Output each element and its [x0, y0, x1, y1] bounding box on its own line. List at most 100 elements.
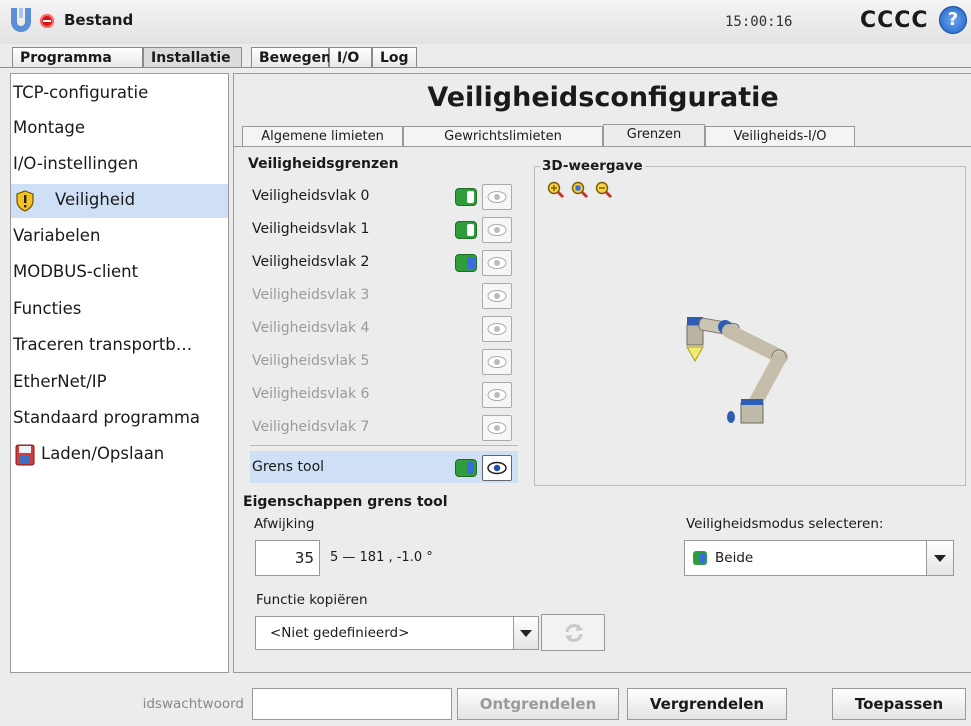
safety-mode-select[interactable]: Beide: [684, 540, 954, 576]
unlock-button[interactable]: Ontgrendelen: [457, 688, 619, 720]
content-panel: Veiligheidsconfiguratie Algemene limiete…: [233, 73, 971, 673]
tool-boundary-row[interactable]: Grens tool: [250, 451, 518, 483]
plane-label: Veiligheidsvlak 4: [252, 320, 370, 336]
eye-icon: [487, 191, 507, 203]
password-input[interactable]: [252, 688, 452, 720]
help-icon[interactable]: ?: [939, 6, 967, 34]
page-title: Veiligheidsconfiguratie: [427, 82, 779, 113]
plane-enabled-toggle-icon[interactable]: [455, 188, 477, 206]
eye-icon: [487, 389, 507, 401]
plane-trigger-reduced-icon[interactable]: [455, 254, 477, 272]
tab-installatie[interactable]: Installatie: [143, 47, 242, 67]
plane-label: Veiligheidsvlak 0: [252, 188, 370, 204]
plane-label: Veiligheidsvlak 5: [252, 353, 370, 369]
sidebar-item-ethernetip[interactable]: EtherNet/IP: [11, 366, 228, 400]
sidebar-item-functies[interactable]: Functies: [11, 293, 228, 327]
safety-plane-row-3[interactable]: Veiligheidsvlak 3: [250, 279, 518, 311]
show-plane-button[interactable]: [482, 316, 512, 342]
sidebar-item-standaard-programma[interactable]: Standaard programma: [11, 402, 228, 436]
copy-feature-select[interactable]: <Niet gedefinieerd>: [255, 616, 539, 650]
plane-label: Veiligheidsvlak 1: [252, 221, 370, 237]
boundaries-heading: Veiligheidsgrenzen: [248, 156, 399, 172]
sidebar-item-conveyor[interactable]: Traceren transportb…: [11, 329, 228, 363]
eye-icon: [487, 257, 507, 269]
tool-boundary-label: Grens tool: [252, 459, 325, 475]
eye-icon: [487, 422, 507, 434]
sidebar-item-tcp[interactable]: TCP-configuratie: [11, 77, 228, 111]
subtab-veiligheids-io[interactable]: Veiligheids-I/O: [705, 126, 855, 146]
top-bar: Bestand 15:00:16 CCCC ?: [0, 0, 971, 44]
refresh-icon: [565, 624, 583, 642]
sidebar-item-laden-opslaan[interactable]: Laden/Opslaan: [11, 438, 228, 472]
apply-button[interactable]: Toepassen: [832, 688, 966, 720]
sidebar-item-montage[interactable]: Montage: [11, 112, 228, 146]
safety-mode-label: Veiligheidsmodus selecteren:: [686, 516, 884, 532]
sidebar-item-veiligheid[interactable]: Veiligheid: [11, 184, 228, 218]
safety-plane-row-2[interactable]: Veiligheidsvlak 2: [250, 246, 518, 278]
plane-label: Veiligheidsvlak 7: [252, 419, 370, 435]
subtab-grenzen[interactable]: Grenzen: [603, 124, 705, 146]
sidebar-item-label: Laden/Opslaan: [41, 444, 165, 463]
plane-enabled-toggle-icon[interactable]: [455, 221, 477, 239]
safety-plane-row-4[interactable]: Veiligheidsvlak 4: [250, 312, 518, 344]
show-plane-button[interactable]: [482, 382, 512, 408]
show-tool-boundary-button[interactable]: [482, 455, 512, 481]
footer: idswachtwoord Ontgrendelen Vergrendelen …: [0, 680, 971, 726]
tab-io[interactable]: I/O: [329, 47, 372, 67]
zoom-fit-icon[interactable]: [571, 181, 589, 199]
dropdown-arrow-icon[interactable]: [926, 541, 953, 575]
plane-label: Veiligheidsvlak 2: [252, 254, 370, 270]
sidebar: TCP-configuratie Montage I/O-instellinge…: [10, 73, 229, 673]
lock-button[interactable]: Vergrendelen: [627, 688, 787, 720]
show-plane-button[interactable]: [482, 250, 512, 276]
tab-programma[interactable]: Programma: [12, 47, 143, 67]
robot-arm-model-icon: [686, 317, 788, 424]
ur-logo-icon: [11, 8, 31, 32]
robot-name: CCCC: [860, 8, 929, 33]
plane-label: Veiligheidsvlak 6: [252, 386, 370, 402]
tab-bewegen[interactable]: Bewegen: [251, 47, 331, 67]
show-plane-button[interactable]: [482, 415, 512, 441]
eye-icon: [487, 356, 507, 368]
safety-mode-value: Beide: [715, 550, 754, 566]
zoom-out-icon[interactable]: [595, 181, 613, 199]
show-plane-button[interactable]: [482, 283, 512, 309]
3d-view[interactable]: [534, 166, 966, 486]
zoom-in-icon[interactable]: [547, 181, 565, 199]
tool-properties-heading: Eigenschappen grens tool: [243, 494, 448, 510]
tool-boundary-toggle-icon[interactable]: [455, 459, 477, 477]
safety-plane-row-0[interactable]: Veiligheidsvlak 0: [250, 180, 518, 212]
eye-icon: [487, 461, 507, 475]
show-plane-button[interactable]: [482, 217, 512, 243]
clock: 15:00:16: [725, 14, 793, 30]
show-plane-button[interactable]: [482, 184, 512, 210]
eye-icon: [487, 290, 507, 302]
deviation-input[interactable]: 35: [255, 540, 320, 576]
eye-icon: [487, 224, 507, 236]
safety-plane-row-5[interactable]: Veiligheidsvlak 5: [250, 345, 518, 377]
sidebar-item-io-instellingen[interactable]: I/O-instellingen: [11, 148, 228, 182]
tab-divider: [0, 67, 971, 68]
save-disk-icon: [15, 444, 35, 466]
sidebar-item-variabelen[interactable]: Variabelen: [11, 220, 228, 254]
sidebar-item-modbus[interactable]: MODBUS-client: [11, 256, 228, 290]
safety-plane-row-6[interactable]: Veiligheidsvlak 6: [250, 378, 518, 410]
deviation-range: 5 — 181 , -1.0 °: [330, 550, 433, 565]
subtab-gewrichtslimieten[interactable]: Gewrichtslimieten: [403, 126, 603, 146]
plane-label: Veiligheidsvlak 3: [252, 287, 370, 303]
eye-icon: [487, 323, 507, 335]
safety-shield-icon: [16, 190, 34, 212]
copy-feature-value: <Niet gedefinieerd>: [270, 625, 410, 641]
subtab-algemene-limieten[interactable]: Algemene limieten: [242, 126, 403, 146]
safety-plane-row-7[interactable]: Veiligheidsvlak 7: [250, 411, 518, 443]
safety-mode-both-icon: [693, 551, 707, 565]
copy-button[interactable]: [541, 614, 605, 651]
error-status-icon[interactable]: [40, 14, 54, 28]
file-name[interactable]: Bestand: [64, 11, 133, 29]
tab-log[interactable]: Log: [372, 47, 417, 67]
copy-feature-label: Functie kopiëren: [256, 592, 368, 608]
show-plane-button[interactable]: [482, 349, 512, 375]
dropdown-arrow-icon[interactable]: [513, 617, 538, 649]
3d-view-label: 3D-weergave: [540, 158, 645, 174]
safety-plane-row-1[interactable]: Veiligheidsvlak 1: [250, 213, 518, 245]
